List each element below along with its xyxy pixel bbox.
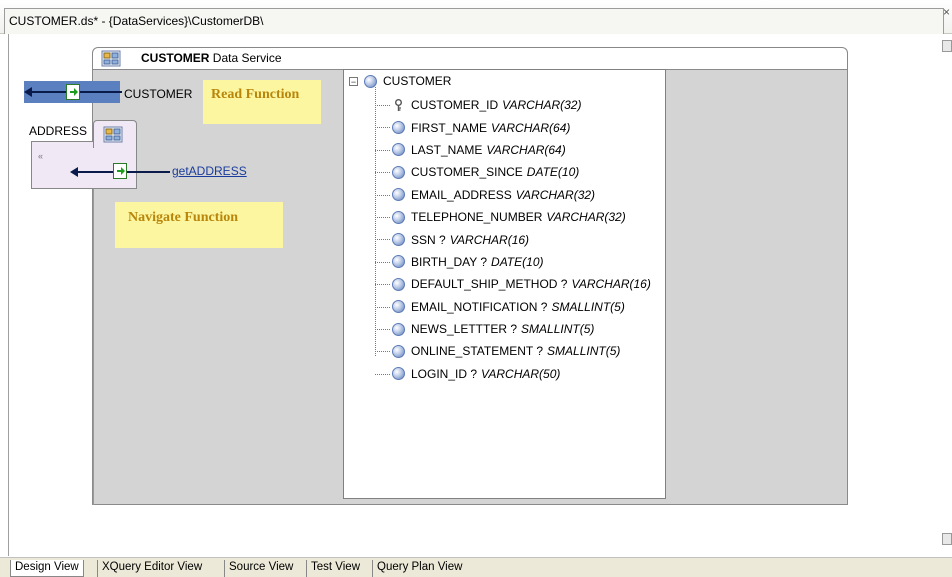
tree-item[interactable]: DEFAULT_SHIP_METHOD ? VARCHAR(16): [344, 273, 651, 295]
tree-item[interactable]: CUSTOMER_ID VARCHAR(32): [344, 94, 651, 116]
field-name: ONLINE_STATEMENT ?: [411, 344, 544, 359]
tree-item[interactable]: BIRTH_DAY ? DATE(10): [344, 251, 651, 273]
editor-tab[interactable]: CUSTOMER.ds* - {DataServices}\CustomerDB…: [4, 8, 944, 34]
element-icon: [392, 300, 405, 314]
collapse-icon[interactable]: «: [38, 151, 43, 161]
element-icon: [392, 210, 405, 224]
data-service-title: CUSTOMER Data Service: [141, 51, 282, 65]
editor-view-tabs: Design View XQuery Editor View Source View…: [0, 557, 952, 577]
field-name: CUSTOMER_SINCE: [411, 165, 523, 180]
function-icon: [66, 84, 80, 100]
window-title: CUSTOMER.ds* - {DataServices}\CustomerDB…: [9, 14, 264, 28]
field-type: SMALLINT(5): [551, 299, 625, 314]
element-icon: [392, 233, 405, 247]
schema-tree-panel: − CUSTOMER CUSTOMER_ID VARCHAR(32) FIRST_N…: [343, 69, 666, 499]
field-type: VARCHAR(50): [481, 366, 561, 381]
scroll-up-button[interactable]: [942, 40, 952, 52]
connector-line: [93, 189, 94, 505]
get-address-link[interactable]: getADDRESS: [172, 164, 247, 178]
element-icon: [392, 165, 405, 179]
field-type: VARCHAR(32): [502, 98, 582, 113]
tree-item[interactable]: FIRST_NAME VARCHAR(64): [344, 116, 651, 138]
data-service-icon: [101, 50, 121, 67]
field-name: NEWS_LETTTER ?: [411, 322, 518, 337]
field-type: SMALLINT(5): [547, 344, 621, 359]
field-type: VARCHAR(64): [491, 120, 571, 135]
tree-item[interactable]: TELEPHONE_NUMBER VARCHAR(32): [344, 206, 651, 228]
element-icon: [392, 344, 405, 358]
element-icon: [364, 74, 377, 88]
field-name: FIRST_NAME: [411, 120, 488, 135]
tree-item[interactable]: ONLINE_STATEMENT ? SMALLINT(5): [344, 340, 651, 362]
data-service-icon: [103, 126, 123, 143]
title-bar: CUSTOMER.ds* - {DataServices}\CustomerDB…: [0, 0, 952, 34]
element-icon: [392, 255, 405, 269]
field-name: LOGIN_ID ?: [411, 366, 478, 381]
field-name: EMAIL_ADDRESS: [411, 187, 512, 202]
tree-root-label: CUSTOMER: [383, 74, 452, 88]
field-type: VARCHAR(16): [571, 277, 651, 292]
field-name: CUSTOMER_ID: [411, 98, 499, 113]
tab-query-plan-view[interactable]: Query Plan View: [372, 560, 466, 577]
scroll-down-button[interactable]: [942, 533, 952, 545]
element-icon: [392, 121, 405, 135]
field-type: VARCHAR(16): [449, 232, 530, 247]
tree-item[interactable]: EMAIL_NOTIFICATION ? SMALLINT(5): [344, 296, 651, 318]
tree-item[interactable]: LOGIN_ID ? VARCHAR(50): [344, 363, 651, 385]
element-icon: [392, 188, 405, 202]
key-icon: [395, 98, 402, 111]
address-entity-tab: [93, 120, 137, 148]
field-name: BIRTH_DAY ?: [411, 254, 488, 269]
element-icon: [392, 277, 405, 291]
tab-xquery-editor-view[interactable]: XQuery Editor View: [97, 560, 206, 577]
element-icon: [392, 322, 405, 336]
function-icon: [113, 163, 127, 179]
field-name: DEFAULT_SHIP_METHOD ?: [411, 277, 568, 292]
address-entity-label: ADDRESS: [29, 124, 88, 138]
read-function-label[interactable]: CUSTOMER: [124, 87, 192, 101]
field-type: DATE(10): [526, 165, 580, 180]
field-type: VARCHAR(32): [515, 187, 596, 202]
field-name: LAST_NAME: [411, 142, 483, 157]
field-type: DATE(10): [491, 254, 544, 269]
data-service-header: CUSTOMER Data Service: [92, 47, 848, 69]
field-type: VARCHAR(64): [486, 142, 566, 157]
element-icon: [392, 367, 405, 381]
tree-item[interactable]: EMAIL_ADDRESS VARCHAR(32): [344, 184, 651, 206]
tree-item[interactable]: SSN ? VARCHAR(16): [344, 228, 651, 250]
field-type: SMALLINT(5): [521, 322, 595, 337]
tab-design-view[interactable]: Design View: [10, 560, 84, 577]
element-icon: [392, 143, 405, 157]
field-name: SSN ?: [411, 232, 446, 247]
collapse-tree-icon[interactable]: −: [349, 76, 358, 86]
read-function-note: Read Function: [203, 80, 321, 124]
tab-test-view[interactable]: Test View: [306, 560, 364, 577]
tree-item[interactable]: NEWS_LETTTER ? SMALLINT(5): [344, 318, 651, 340]
tree-root[interactable]: − CUSTOMER: [349, 74, 451, 88]
field-name: EMAIL_NOTIFICATION ?: [411, 299, 548, 314]
tree-item[interactable]: CUSTOMER_SINCE DATE(10): [344, 161, 651, 183]
field-type: VARCHAR(32): [546, 210, 626, 225]
field-name: TELEPHONE_NUMBER: [411, 210, 543, 225]
navigate-function-note: Navigate Function: [115, 202, 283, 248]
tab-source-view[interactable]: Source View: [224, 560, 297, 577]
tree-items: CUSTOMER_ID VARCHAR(32) FIRST_NAME VARCHAR(…: [344, 94, 651, 385]
tree-item[interactable]: LAST_NAME VARCHAR(64): [344, 139, 651, 161]
close-icon[interactable]: ×: [943, 0, 950, 24]
